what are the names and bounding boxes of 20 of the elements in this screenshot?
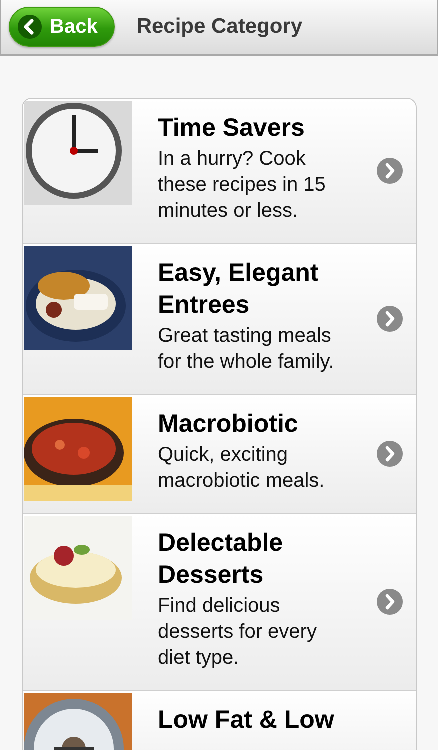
chevron-icon <box>377 158 403 184</box>
category-row[interactable]: Time Savers In a hurry? Cook these recipes in 15 minutes or less. <box>23 99 416 243</box>
category-title: Macrobiotic <box>158 409 300 440</box>
category-title: Easy, Elegant Entrees <box>158 258 320 321</box>
category-title: Time Savers <box>158 113 306 144</box>
category-description: Quick, exciting macrobiotic meals. <box>158 443 326 494</box>
chevron-icon <box>377 306 403 332</box>
category-row[interactable]: Macrobiotic Quick, exciting macrobiotic meals. <box>23 394 416 513</box>
category-row[interactable]: Low Fat & Low <box>23 690 416 750</box>
category-title: Low Fat & Low <box>158 705 336 736</box>
chevron-icon <box>377 441 403 467</box>
category-row[interactable]: Easy, Elegant Entrees Great tasting meals for the whole family. <box>23 243 416 394</box>
back-icon <box>18 15 42 39</box>
category-description: Find delicious desserts for every diet type. <box>158 594 318 671</box>
category-title: Delectable Desserts <box>158 528 284 591</box>
screen-title: Recipe Category <box>136 15 303 39</box>
category-description: In a hurry? Cook these recipes in 15 minutes or less. <box>158 147 327 224</box>
category-row[interactable]: Delectable Desserts Find delicious desserts for every diet type. <box>23 513 416 690</box>
chevron-icon <box>377 589 403 615</box>
category-description: Great tasting meals for the whole family. <box>158 324 336 375</box>
